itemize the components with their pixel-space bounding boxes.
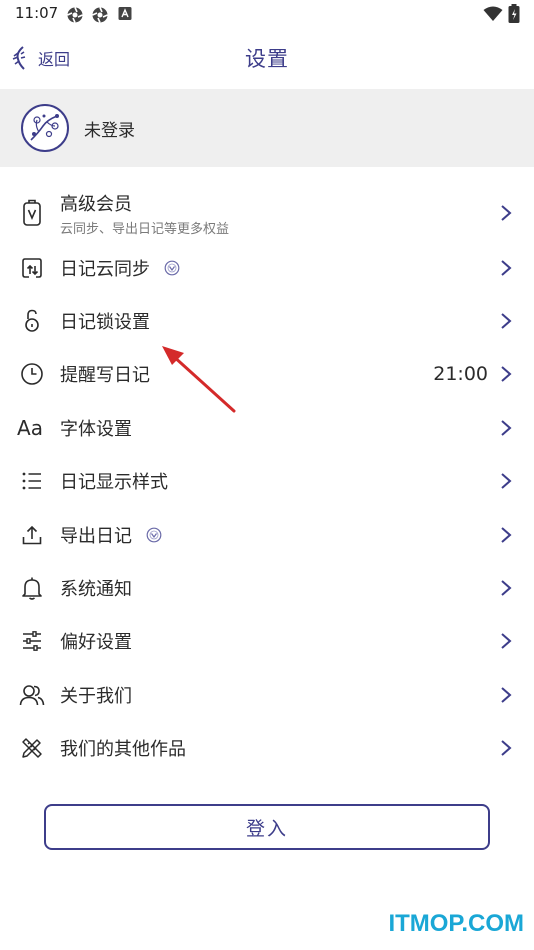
people-icon: [18, 681, 46, 709]
settings-item-label: 日记云同步: [60, 258, 150, 280]
app-notification-icon: [92, 7, 108, 23]
chevron-right-icon: [501, 313, 512, 329]
font-notification-icon: [118, 7, 132, 20]
settings-item-cloud-sync[interactable]: 日记云同步: [0, 241, 534, 294]
settings-list: 高级会员 云同步、导出日记等更多权益 日记云同步 日记锁设置 提醒写日记 21:…: [0, 185, 534, 775]
settings-item-notifications[interactable]: 系统通知: [0, 561, 534, 614]
chevron-right-icon: [501, 526, 512, 543]
export-icon: [18, 521, 46, 549]
watermark: ITMOP.COM: [388, 910, 524, 937]
chevron-right-icon: [501, 580, 512, 596]
chevron-right-icon: [501, 205, 512, 221]
settings-item-label: 我们的其他作品: [60, 739, 186, 761]
lock-icon: [18, 307, 46, 335]
settings-item-label: 日记锁设置: [60, 312, 150, 334]
settings-item-premium[interactable]: 高级会员 云同步、导出日记等更多权益: [0, 185, 534, 241]
chevron-right-icon: [501, 366, 512, 383]
tools-icon: [18, 734, 46, 762]
settings-item-diary-lock[interactable]: 日记锁设置: [0, 294, 534, 347]
settings-item-label: 关于我们: [60, 685, 132, 707]
chevron-right-icon: [501, 473, 512, 490]
chevron-right-icon: [501, 420, 512, 436]
avatar: [21, 104, 69, 152]
settings-item-preferences[interactable]: 偏好设置: [0, 615, 534, 668]
plum-blossom-avatar-icon: [30, 114, 59, 141]
status-bar: 11:07: [0, 0, 534, 30]
header: 返回 设置: [0, 30, 534, 88]
reminder-time-value: 21:00: [433, 363, 488, 386]
vip-badge-icon: [164, 260, 180, 276]
settings-item-about[interactable]: 关于我们: [0, 668, 534, 721]
settings-item-label: 字体设置: [60, 418, 132, 440]
font-icon: Aa: [17, 415, 43, 440]
settings-item-label: 提醒写日记: [60, 365, 150, 387]
settings-item-label: 高级会员: [60, 193, 132, 215]
settings-item-other-apps[interactable]: 我们的其他作品: [0, 722, 534, 775]
clock-icon: [18, 360, 46, 388]
chevron-right-icon: [501, 687, 512, 703]
profile-card[interactable]: 未登录: [0, 89, 534, 167]
cloud-sync-icon: [18, 254, 46, 282]
sliders-icon: [18, 627, 46, 655]
profile-name: 未登录: [84, 120, 135, 141]
annotation-arrow-icon: [162, 346, 236, 413]
vip-badge-icon: [146, 527, 162, 543]
settings-item-display-style[interactable]: 日记显示样式: [0, 455, 534, 508]
settings-item-label: 导出日记: [60, 525, 132, 547]
page-title: 设置: [245, 47, 289, 71]
settings-item-export[interactable]: 导出日记: [0, 508, 534, 561]
battery-icon: [508, 4, 520, 23]
vip-card-icon: [18, 199, 46, 227]
chevron-right-icon: [501, 633, 512, 650]
settings-item-font[interactable]: Aa 字体设置: [0, 401, 534, 454]
settings-item-reminder[interactable]: 提醒写日记 21:00: [0, 348, 534, 401]
wifi-icon: [483, 6, 503, 21]
chevron-right-icon: [501, 740, 512, 756]
bell-icon: [18, 574, 46, 602]
status-time: 11:07: [15, 4, 59, 22]
settings-item-label: 偏好设置: [60, 632, 132, 654]
settings-item-label: 日记显示样式: [60, 472, 168, 494]
settings-item-subtitle: 云同步、导出日记等更多权益: [60, 221, 230, 237]
chevron-right-icon: [501, 259, 512, 276]
settings-item-label: 系统通知: [60, 579, 132, 601]
login-button[interactable]: 登入: [44, 804, 490, 850]
list-icon: [18, 467, 46, 495]
app-notification-icon: [67, 7, 83, 23]
